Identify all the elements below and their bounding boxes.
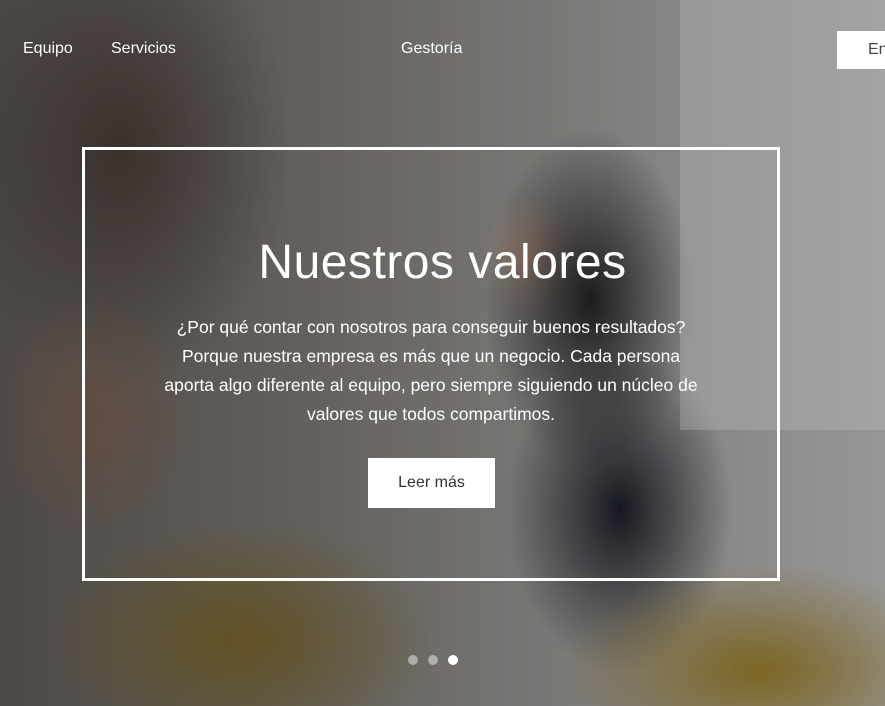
nav-link-servicios[interactable]: Servicios xyxy=(111,39,176,59)
hero-title: Nuestros valores xyxy=(258,236,627,289)
carousel-dot-2[interactable] xyxy=(428,655,438,665)
nav-cta-button[interactable]: En xyxy=(837,31,885,69)
carousel-dot-1[interactable] xyxy=(408,655,418,665)
read-more-button[interactable]: Leer más xyxy=(368,458,495,508)
nav-link-gestoria[interactable]: Gestoría xyxy=(401,39,462,59)
hero-section: Equipo Servicios Gestoría En Nuestros va… xyxy=(0,0,885,706)
hero-description: ¿Por qué contar con nosotros para conseg… xyxy=(164,317,698,424)
carousel-dot-3-active[interactable] xyxy=(448,655,458,665)
nav-link-equipo[interactable]: Equipo xyxy=(23,39,73,59)
carousel-indicators xyxy=(408,655,458,665)
